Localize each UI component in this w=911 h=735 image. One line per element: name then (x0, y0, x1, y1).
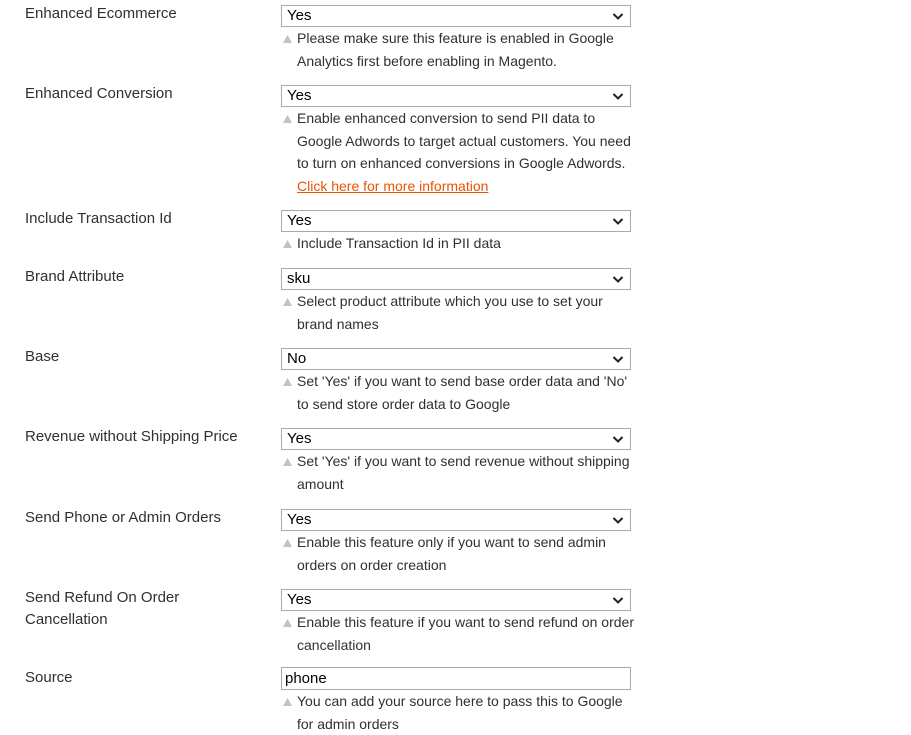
triangle-up-icon (283, 298, 292, 306)
triangle-up-icon (283, 539, 292, 547)
chevron-down-icon (612, 597, 624, 604)
triangle-up-icon (283, 378, 292, 386)
field-label: Send Phone or Admin Orders (25, 509, 221, 526)
select-value: Yes (287, 7, 312, 24)
field-note: Include Transaction Id in PII data (281, 232, 637, 255)
triangle-up-icon (283, 698, 292, 706)
field-control: Yes Enable this feature only if you want… (281, 509, 631, 576)
send-refund-on-cancellation-select[interactable]: Yes (281, 589, 631, 611)
triangle-up-icon (283, 458, 292, 466)
field-control: You can add your source here to pass thi… (281, 667, 631, 735)
note-text: You can add your source here to pass thi… (297, 693, 623, 732)
triangle-up-icon (283, 240, 292, 248)
field-label: Enhanced Ecommerce (25, 5, 177, 22)
note-text: Select product attribute which you use t… (297, 293, 603, 332)
note-text: Please make sure this feature is enabled… (297, 30, 614, 69)
include-transaction-id-select[interactable]: Yes (281, 210, 631, 232)
select-value: Yes (287, 87, 312, 104)
enhanced-conversion-select[interactable]: Yes (281, 85, 631, 107)
chevron-down-icon (612, 276, 624, 283)
note-text: Enable this feature only if you want to … (297, 534, 606, 573)
field-note: Set 'Yes' if you want to send revenue wi… (281, 450, 637, 495)
config-form: Enhanced Ecommerce Yes Please make sure … (0, 0, 911, 735)
note-text: Enable this feature if you want to send … (297, 614, 634, 653)
field-control: Yes Set 'Yes' if you want to send revenu… (281, 428, 631, 495)
enhanced-ecommerce-select[interactable]: Yes (281, 5, 631, 27)
field-note: You can add your source here to pass thi… (281, 690, 637, 735)
field-note: Select product attribute which you use t… (281, 290, 637, 335)
field-control: sku Select product attribute which you u… (281, 268, 631, 335)
field-label: Include Transaction Id (25, 210, 172, 227)
select-value: Yes (287, 430, 312, 447)
field-control: No Set 'Yes' if you want to send base or… (281, 348, 631, 415)
field-label: Brand Attribute (25, 268, 125, 285)
field-note: Enable this feature if you want to send … (281, 611, 637, 656)
select-value: sku (287, 270, 311, 287)
triangle-up-icon (283, 115, 292, 123)
field-label: Send Refund On Order Cancellation (25, 589, 180, 628)
revenue-without-shipping-select[interactable]: Yes (281, 428, 631, 450)
chevron-down-icon (612, 436, 624, 443)
triangle-up-icon (283, 35, 292, 43)
triangle-up-icon (283, 619, 292, 627)
field-label: Source (25, 669, 73, 686)
field-label: Base (25, 348, 60, 365)
note-text: Set 'Yes' if you want to send revenue wi… (297, 453, 630, 492)
select-value: Yes (287, 591, 312, 608)
field-note: Set 'Yes' if you want to send base order… (281, 370, 637, 415)
source-input[interactable] (281, 667, 631, 690)
field-control: Yes Include Transaction Id in PII data (281, 210, 631, 255)
send-phone-admin-orders-select[interactable]: Yes (281, 509, 631, 531)
chevron-down-icon (612, 93, 624, 100)
more-information-link[interactable]: Click here for more information (297, 178, 488, 194)
chevron-down-icon (612, 13, 624, 20)
field-note: Enable enhanced conversion to send PII d… (281, 107, 637, 197)
field-label: Enhanced Conversion (25, 85, 173, 102)
field-note: Enable this feature only if you want to … (281, 531, 637, 576)
select-value: No (287, 350, 307, 367)
chevron-down-icon (612, 517, 624, 524)
field-control: Yes Please make sure this feature is ena… (281, 5, 631, 72)
note-text: Enable enhanced conversion to send PII d… (297, 110, 631, 171)
field-label: Revenue without Shipping Price (25, 428, 238, 445)
note-text: Set 'Yes' if you want to send base order… (297, 373, 628, 412)
field-note: Please make sure this feature is enabled… (281, 27, 637, 72)
base-select[interactable]: No (281, 348, 631, 370)
chevron-down-icon (612, 218, 624, 225)
select-value: Yes (287, 511, 312, 528)
brand-attribute-select[interactable]: sku (281, 268, 631, 290)
note-text: Include Transaction Id in PII data (297, 235, 501, 251)
field-control: Yes Enable this feature if you want to s… (281, 589, 634, 656)
select-value: Yes (287, 212, 312, 229)
field-control: Yes Enable enhanced conversion to send P… (281, 85, 631, 197)
chevron-down-icon (612, 356, 624, 363)
